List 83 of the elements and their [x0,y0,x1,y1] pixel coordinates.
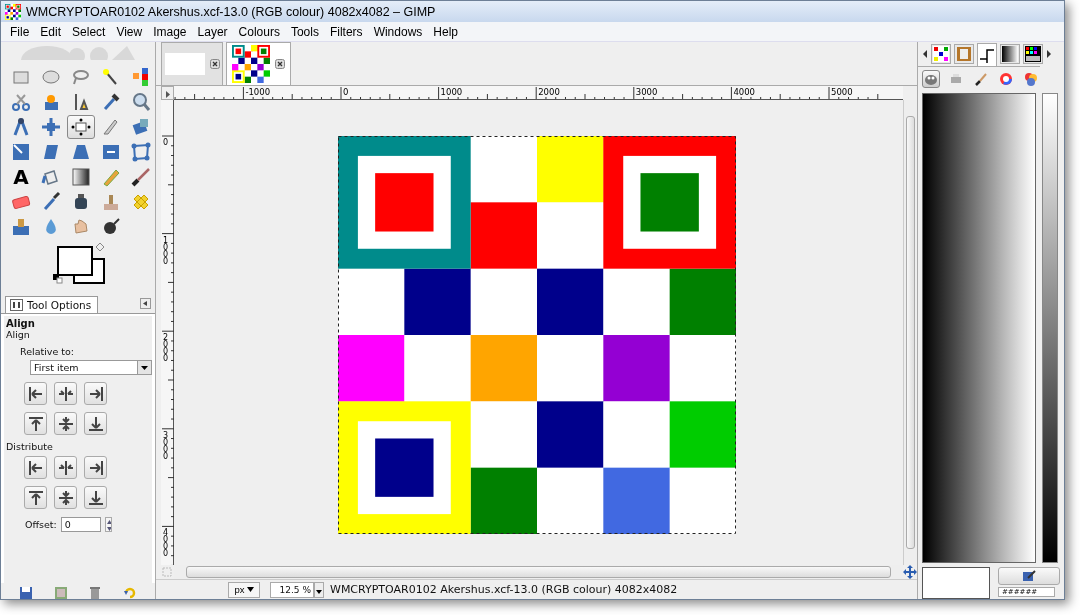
section-label: Distribute [5,441,54,452]
distribute-button[interactable] [84,486,107,509]
app-icon [5,3,21,20]
image-thumbnail [232,45,270,83]
align-button[interactable] [24,382,47,405]
reset-colors-icon[interactable] [53,274,63,284]
align-button[interactable] [24,412,47,435]
color-circles-icon[interactable] [1022,70,1040,88]
distribute-button[interactable] [54,486,77,509]
caret-icon [246,587,254,592]
menu-item[interactable]: Windows [368,23,429,40]
status-text: WMCRYPTOAR0102 Akershus.xcf-13.0 (RGB colour) 4082x4082 [330,583,678,596]
align-button[interactable] [54,382,77,405]
ruler-label: 4000 [163,528,169,559]
section-label: Align [5,329,31,340]
align-button[interactable] [54,412,77,435]
ruler-label: 0 [163,138,169,147]
triangle-icon [163,90,172,99]
distribute-button[interactable] [24,486,47,509]
reset-icon[interactable] [123,587,136,599]
menu-item[interactable]: Tools [285,23,325,40]
canvas-menu-button[interactable] [161,86,174,100]
options-icon [10,299,23,311]
menu-item[interactable]: Colours [233,23,286,40]
ruler-label: 3000 [163,430,169,461]
menu-item[interactable]: Edit [35,23,68,40]
panel-menu-icon[interactable] [140,298,151,309]
ruler-label: 1000 [440,87,463,97]
close-icon[interactable] [209,59,220,69]
close-icon[interactable] [275,59,285,69]
ruler-label: 1000 [163,235,169,266]
zoom-dropdown-button[interactable] [314,581,324,598]
color-swatch[interactable] [922,567,990,599]
distribute-button[interactable] [54,456,77,479]
distribute-button[interactable] [84,456,107,479]
spin-buttons-icon[interactable] [104,517,112,532]
menu-item[interactable]: File [5,23,36,40]
relative-to-dropdown[interactable]: First item [30,360,152,375]
color-wheel-icon[interactable] [997,70,1015,88]
menu-item[interactable]: Help [428,23,464,40]
foreground-color-swatch[interactable] [57,246,93,276]
mascot-icon[interactable] [922,70,940,88]
navigate-icon[interactable] [903,565,917,579]
ruler-label: 3000 [635,87,658,97]
ruler-label: 4000 [733,87,756,97]
menu-item[interactable]: Select [67,23,112,40]
swap-icon[interactable] [95,242,105,252]
align-button[interactable] [84,412,107,435]
ruler-label: 2000 [538,87,560,97]
text-tool[interactable]: A [7,165,35,189]
save-icon[interactable] [20,587,33,599]
ruler-label: 0 [343,87,349,97]
vertical-scrollbar[interactable] [903,100,917,565]
offset-label: Offset: [24,519,57,530]
curve-icon[interactable] [977,42,997,66]
image-thumbnail [164,53,205,75]
tool-options-tab[interactable]: Tool Options [5,296,99,313]
scroll-left-icon[interactable] [922,50,928,58]
scroll-right-icon[interactable] [1046,50,1052,58]
ruler-label: 5000 [831,87,853,97]
relative-to-label: Relative to: [19,346,76,357]
palette-icon[interactable] [1023,44,1043,64]
ruler-label: -1000 [245,87,271,97]
delete-icon[interactable] [89,587,102,599]
panel-title: Align [5,318,36,329]
offset-field[interactable]: 0 [60,517,101,532]
unit-dropdown[interactable]: px [228,581,260,598]
window-title: WMCRYPTOAR0102 Akershus.xcf-13.0 (RGB colour) 4082x4082 – GIMP [26,4,436,19]
menu-item[interactable]: Image [148,23,193,40]
edit-icon [1022,570,1036,582]
menu-item[interactable]: Filters [324,23,369,40]
tab-label: Tool Options [27,299,92,311]
align-icon[interactable] [67,115,95,139]
pattern-icon[interactable] [931,44,951,64]
gradient-icon[interactable] [1000,44,1020,64]
ruler-label: 2000 [163,333,169,364]
menu-item[interactable]: View [111,23,149,40]
menu-item[interactable]: Layer [192,23,234,40]
zoom-field[interactable]: 12.5 % [270,581,314,598]
align-button[interactable] [84,382,107,405]
edit-button[interactable] [998,567,1060,585]
distribute-button[interactable] [24,456,47,479]
image-tab[interactable] [226,42,291,85]
